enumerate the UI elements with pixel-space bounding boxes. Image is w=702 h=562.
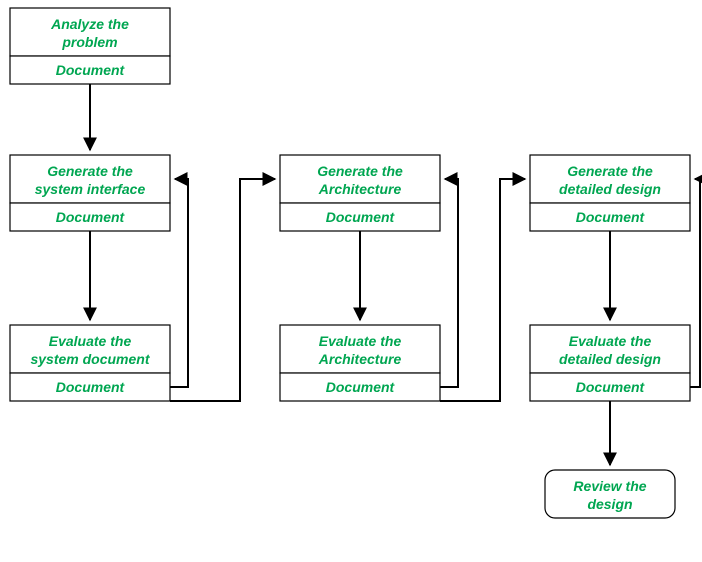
node-gen-arch-line1: Generate the: [317, 163, 403, 179]
edge-eval-detail-feedback: [690, 179, 700, 387]
svg-text:design: design: [587, 496, 632, 512]
edge-eval-sysdoc-to-gen-arch: [170, 179, 275, 401]
node-eval-sysdoc-line1: Evaluate the: [49, 333, 132, 349]
node-analyze: Analyze the problem Document: [10, 8, 170, 84]
svg-text:Evaluate the: Evaluate the: [49, 333, 132, 349]
svg-text:Analyze the: Analyze the: [50, 16, 129, 32]
svg-text:detailed design: detailed design: [559, 351, 661, 367]
node-eval-sysdoc-sub: Document: [56, 379, 126, 395]
svg-text:Architecture: Architecture: [318, 181, 402, 197]
node-gen-interface-line2: system interface: [35, 181, 146, 197]
svg-text:problem: problem: [61, 34, 117, 50]
node-gen-arch: Generate the Architecture Document: [280, 155, 440, 231]
node-eval-detail-line2: detailed design: [559, 351, 661, 367]
edge-eval-sysdoc-feedback: [170, 179, 188, 387]
svg-text:Evaluate the: Evaluate the: [569, 333, 652, 349]
svg-text:Generate the: Generate the: [317, 163, 403, 179]
node-review-line2: design: [587, 496, 632, 512]
node-gen-detail-line1: Generate the: [567, 163, 653, 179]
node-eval-arch: Evaluate the Architecture Document: [280, 325, 440, 401]
node-gen-arch-line2: Architecture: [318, 181, 402, 197]
node-review: Review the design: [545, 470, 675, 518]
node-eval-arch-line1: Evaluate the: [319, 333, 402, 349]
node-eval-detail-line1: Evaluate the: [569, 333, 652, 349]
node-gen-arch-sub: Document: [326, 209, 396, 225]
svg-text:Review the: Review the: [573, 478, 646, 494]
node-gen-detail-line2: detailed design: [559, 181, 661, 197]
node-gen-interface-sub: Document: [56, 209, 126, 225]
svg-text:Document: Document: [56, 62, 126, 78]
svg-text:Document: Document: [326, 379, 396, 395]
node-analyze-line2: problem: [61, 34, 117, 50]
svg-text:Document: Document: [56, 379, 126, 395]
node-gen-detail-sub: Document: [576, 209, 646, 225]
svg-text:detailed design: detailed design: [559, 181, 661, 197]
node-analyze-sub: Document: [56, 62, 126, 78]
node-analyze-line1: Analyze the: [50, 16, 129, 32]
svg-text:Document: Document: [576, 379, 646, 395]
svg-text:system document: system document: [30, 351, 150, 367]
svg-text:Document: Document: [56, 209, 126, 225]
svg-text:system interface: system interface: [35, 181, 146, 197]
svg-text:Evaluate the: Evaluate the: [319, 333, 402, 349]
node-eval-sysdoc-line2: system document: [30, 351, 150, 367]
node-eval-detail-sub: Document: [576, 379, 646, 395]
node-gen-interface: Generate the system interface Document: [10, 155, 170, 231]
edge-eval-arch-feedback: [440, 179, 458, 387]
svg-text:Generate the: Generate the: [47, 163, 133, 179]
edge-eval-arch-to-gen-detail: [440, 179, 525, 401]
node-gen-interface-line1: Generate the: [47, 163, 133, 179]
svg-text:Document: Document: [326, 209, 396, 225]
svg-text:Generate the: Generate the: [567, 163, 653, 179]
node-gen-detail: Generate the detailed design Document: [530, 155, 690, 231]
svg-text:Document: Document: [576, 209, 646, 225]
node-review-line1: Review the: [573, 478, 646, 494]
svg-text:Architecture: Architecture: [318, 351, 402, 367]
node-eval-detail: Evaluate the detailed design Document: [530, 325, 690, 401]
node-eval-arch-sub: Document: [326, 379, 396, 395]
node-eval-arch-line2: Architecture: [318, 351, 402, 367]
node-eval-sysdoc: Evaluate the system document Document: [10, 325, 170, 401]
flowchart-diagram: Analyze the problem Document Generate th…: [0, 0, 702, 562]
